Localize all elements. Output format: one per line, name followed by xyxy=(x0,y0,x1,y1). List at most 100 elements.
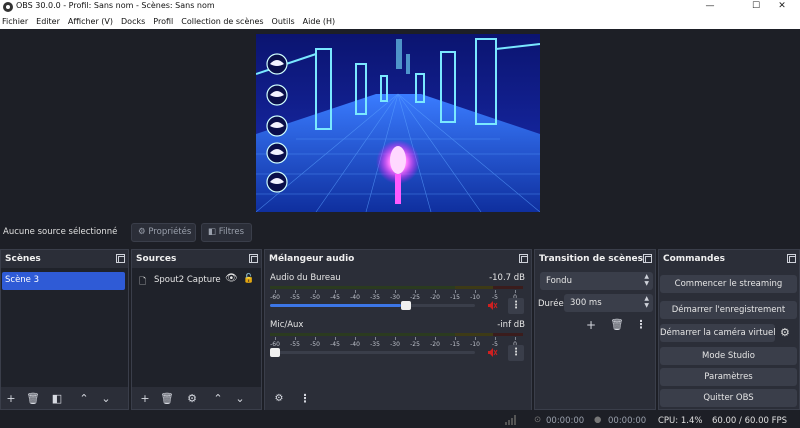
remove-transition-button[interactable]: 🗑 xyxy=(609,317,625,333)
scale-tick xyxy=(515,337,516,340)
exit-button[interactable]: Quitter OBS xyxy=(660,389,797,407)
studio-mode-button[interactable]: Mode Studio xyxy=(660,347,797,365)
close-button[interactable]: ✕ xyxy=(764,0,800,14)
properties-label: Propriétés xyxy=(148,227,192,237)
start-recording-button[interactable]: Démarrer l'enregistrement xyxy=(660,301,797,319)
menu-file[interactable]: Fichier xyxy=(0,14,32,29)
menu-edit[interactable]: Editer xyxy=(32,14,64,29)
scale-tick-label: -10 xyxy=(470,294,480,301)
source-item-label: Spout2 Capture xyxy=(154,275,221,285)
game-preview-image xyxy=(256,34,540,212)
duration-input[interactable]: 300 ms ▲ ▼ xyxy=(564,294,653,312)
volume-slider[interactable] xyxy=(270,301,475,310)
channel-db: -10.7 dB xyxy=(489,273,525,283)
scale-tick-label: -45 xyxy=(330,294,340,301)
volume-slider[interactable] xyxy=(270,348,475,357)
scale-tick-label: -5 xyxy=(492,341,498,348)
transitions-body: Fondu ▲ ▼ Durée 300 ms ▲ ▼ + 🗑 ⋮ xyxy=(535,268,655,387)
scale-tick xyxy=(495,290,496,293)
record-status-icon: ● xyxy=(594,415,602,425)
mute-speaker-icon[interactable] xyxy=(488,301,498,310)
scale-tick xyxy=(335,337,336,340)
add-source-button[interactable]: + xyxy=(137,391,153,407)
undock-icon[interactable] xyxy=(787,254,796,263)
obs-logo-icon xyxy=(3,2,13,12)
move-scene-down-button[interactable]: ⌄ xyxy=(98,391,114,407)
transition-select[interactable]: Fondu ▲ ▼ xyxy=(540,272,653,290)
mixer-menu-button[interactable]: ⋮ xyxy=(297,391,313,407)
filters-button[interactable]: ◧ Filtres xyxy=(201,223,252,242)
scale-tick-label: -60 xyxy=(270,341,280,348)
record-time: 00:00:00 xyxy=(608,416,647,426)
remove-source-button[interactable]: 🗑 xyxy=(159,391,175,407)
sources-dock: Sources 🗋 Spout2 Capture 👁 🔓 + 🗑 ⚙ ⌃ ⌄ xyxy=(131,249,262,410)
scale-tick xyxy=(315,337,316,340)
channel-menu-button[interactable]: ⋮ xyxy=(508,298,524,314)
fps-readout: 60.00 / 60.00 FPS xyxy=(712,416,788,426)
move-scene-up-button[interactable]: ⌃ xyxy=(76,391,92,407)
start-streaming-button[interactable]: Commencer le streaming xyxy=(660,275,797,293)
transition-select-value: Fondu xyxy=(546,276,572,286)
move-source-down-button[interactable]: ⌄ xyxy=(232,391,248,407)
meter-scale: -60-55-50-45-40-35-30-25-20-15-10-50 xyxy=(270,290,523,302)
start-virtual-camera-button[interactable]: Démarrer la caméra virtuelle xyxy=(660,324,775,342)
add-transition-button[interactable]: + xyxy=(583,317,599,333)
advanced-audio-gear-icon[interactable]: ⚙ xyxy=(271,391,287,407)
undock-icon[interactable] xyxy=(116,254,125,263)
scale-tick xyxy=(375,337,376,340)
transition-properties-button[interactable]: ⋮ xyxy=(633,317,649,333)
source-properties-button[interactable]: ⚙ xyxy=(184,391,200,407)
lock-icon[interactable]: 🔓 xyxy=(243,274,254,284)
duration-value: 300 ms xyxy=(570,298,602,308)
mute-speaker-icon[interactable] xyxy=(488,348,498,357)
status-bar: ⊙ 00:00:00 ● 00:00:00 CPU: 1.4% 60.00 / … xyxy=(0,412,800,428)
undock-icon[interactable] xyxy=(643,254,652,263)
scale-tick-label: -20 xyxy=(430,341,440,348)
scale-tick-label: -30 xyxy=(390,294,400,301)
virtual-camera-gear-icon[interactable]: ⚙ xyxy=(780,326,790,339)
scale-tick xyxy=(415,290,416,293)
meter-scale: -60-55-50-45-40-35-30-25-20-15-10-50 xyxy=(270,337,523,349)
properties-button[interactable]: ⚙ Propriétés xyxy=(131,223,196,242)
title-bar: OBS 30.0.0 - Profil: Sans nom - Scènes: … xyxy=(0,0,800,14)
scale-tick-label: -55 xyxy=(290,341,300,348)
cpu-usage: CPU: 1.4% xyxy=(658,416,703,426)
duration-label: Durée xyxy=(538,299,564,309)
sources-list: 🗋 Spout2 Capture 👁 🔓 xyxy=(132,268,261,387)
scale-tick-label: -50 xyxy=(310,341,320,348)
menu-help[interactable]: Aide (H) xyxy=(299,14,340,29)
menu-profile[interactable]: Profil xyxy=(149,14,177,29)
scale-tick-label: -55 xyxy=(290,294,300,301)
scale-tick xyxy=(495,337,496,340)
move-source-up-button[interactable]: ⌃ xyxy=(210,391,226,407)
add-scene-button[interactable]: + xyxy=(3,391,19,407)
sources-title: Sources xyxy=(136,254,177,264)
minimize-button[interactable]: — xyxy=(692,0,728,14)
scene-item-label: Scène 3 xyxy=(5,275,40,285)
scene-item[interactable]: Scène 3 xyxy=(2,272,125,290)
scale-tick xyxy=(395,337,396,340)
undock-icon[interactable] xyxy=(249,254,258,263)
menu-docks[interactable]: Docks xyxy=(117,14,149,29)
settings-button[interactable]: Paramètres xyxy=(660,368,797,386)
eye-icon[interactable]: 👁 xyxy=(225,273,238,284)
scale-tick-label: -30 xyxy=(390,341,400,348)
scale-tick xyxy=(375,290,376,293)
remove-scene-button[interactable]: 🗑 xyxy=(25,391,41,407)
scale-tick-label: -45 xyxy=(330,341,340,348)
preview-canvas[interactable] xyxy=(256,34,540,212)
menu-tools[interactable]: Outils xyxy=(268,14,299,29)
sources-toolbar: + 🗑 ⚙ ⌃ ⌄ xyxy=(132,387,261,410)
scale-tick xyxy=(315,290,316,293)
source-item[interactable]: 🗋 Spout2 Capture 👁 🔓 xyxy=(133,272,261,288)
undock-icon[interactable] xyxy=(519,254,528,263)
mixer-toolbar: ⚙ ⋮ xyxy=(265,387,531,410)
menu-view[interactable]: Afficher (V) xyxy=(64,14,117,29)
scale-tick-label: -25 xyxy=(410,294,420,301)
transitions-title: Transition de scènes xyxy=(539,254,643,264)
scene-filters-button[interactable]: ◧ xyxy=(49,391,65,407)
scale-tick-label: -15 xyxy=(450,294,460,301)
scale-tick xyxy=(415,337,416,340)
menu-scene-collection[interactable]: Collection de scènes xyxy=(177,14,267,29)
channel-menu-button[interactable]: ⋮ xyxy=(508,345,524,361)
